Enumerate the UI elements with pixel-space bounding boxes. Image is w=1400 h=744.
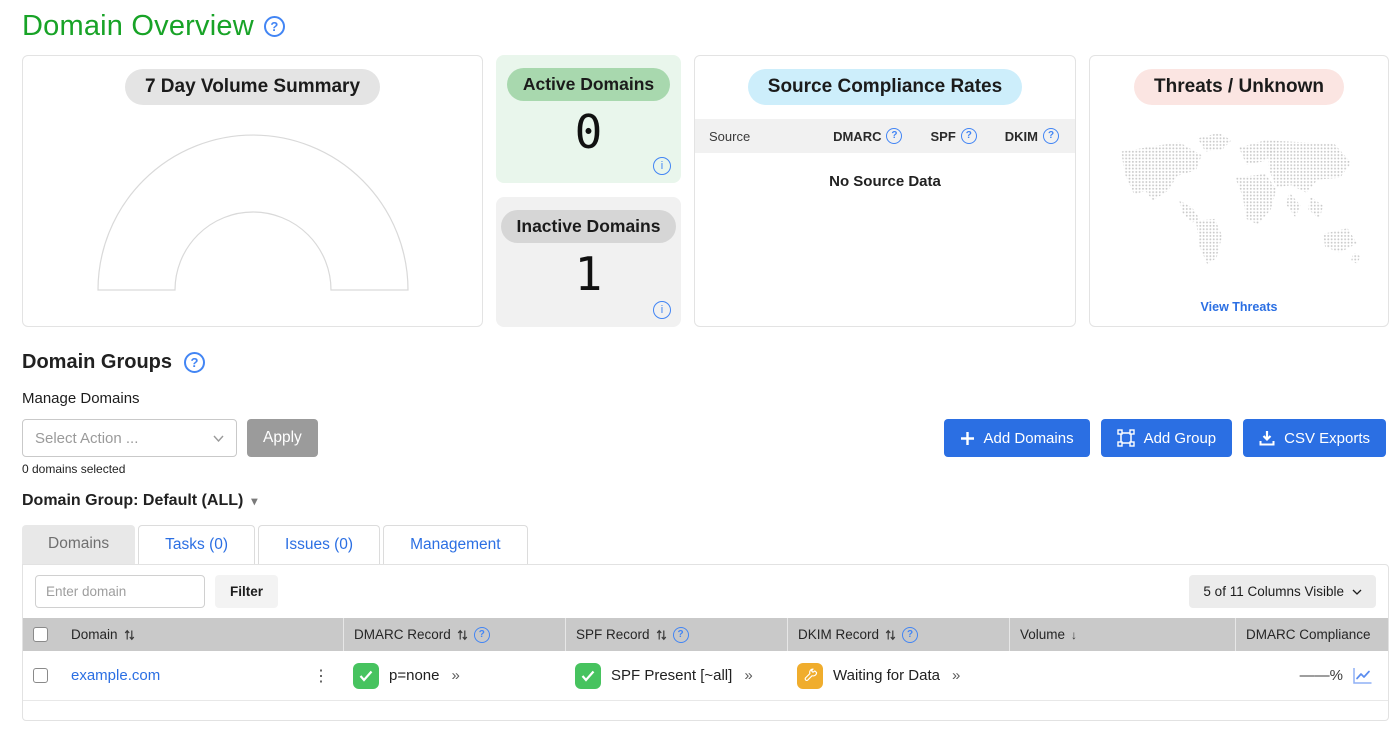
col-dmarc-record[interactable]: DMARC Record [354, 627, 451, 642]
sort-icon[interactable] [656, 629, 667, 641]
add-domains-button[interactable]: Add Domains [944, 419, 1090, 457]
inactive-domains-card: Inactive Domains 1 i [496, 197, 681, 327]
apply-button[interactable]: Apply [247, 419, 318, 457]
volume-summary-title: 7 Day Volume Summary [125, 69, 380, 105]
manage-domains-label: Manage Domains [22, 390, 1389, 407]
action-select-value: Select Action ... [35, 430, 138, 447]
help-icon[interactable]: ? [474, 627, 490, 643]
empty-table-area [23, 701, 1388, 720]
source-compliance-header: Source DMARC? SPF? DKIM? [695, 119, 1075, 153]
compliance-value: ——% [1300, 667, 1343, 684]
columns-visible-label: 5 of 11 Columns Visible [1203, 584, 1344, 599]
help-icon[interactable]: ? [961, 128, 977, 144]
view-threats-link[interactable]: View Threats [1090, 300, 1388, 314]
spf-status[interactable]: SPF Present [~all] » [575, 663, 753, 689]
col-volume[interactable]: Volume [1020, 627, 1065, 642]
double-chevron-icon: » [451, 667, 459, 684]
col-spf-record[interactable]: SPF Record [576, 627, 650, 642]
help-icon[interactable]: ? [673, 627, 689, 643]
source-column-label: Source [709, 129, 805, 144]
help-icon[interactable]: ? [264, 16, 285, 37]
group-icon [1117, 429, 1135, 447]
help-icon[interactable]: ? [184, 352, 205, 373]
add-domains-label: Add Domains [984, 430, 1074, 447]
kebab-menu-icon[interactable]: ⋮ [309, 666, 333, 686]
gauge-arc-icon [87, 129, 419, 301]
world-map-icon [1108, 119, 1370, 287]
domain-group-selector-label: Domain Group: Default (ALL) [22, 492, 243, 510]
check-icon [353, 663, 379, 689]
dkim-column-label: DKIM [1005, 129, 1038, 144]
source-compliance-title: Source Compliance Rates [748, 69, 1022, 105]
tab-tasks[interactable]: Tasks (0) [138, 525, 255, 564]
chevron-down-icon [213, 435, 224, 442]
sort-desc-icon: ↓ [1071, 628, 1077, 642]
add-group-button[interactable]: Add Group [1101, 419, 1233, 457]
dkim-status-label: Waiting for Data [833, 667, 940, 684]
tab-management[interactable]: Management [383, 525, 527, 564]
wrench-icon [797, 663, 823, 689]
dkim-status[interactable]: Waiting for Data » [797, 663, 960, 689]
page-title-row: Domain Overview ? [22, 10, 1389, 43]
info-icon[interactable]: i [653, 301, 671, 319]
double-chevron-icon: » [744, 667, 752, 684]
help-icon[interactable]: ? [1043, 128, 1059, 144]
spf-status-label: SPF Present [~all] [611, 667, 732, 684]
col-dmarc-compliance: DMARC Compliance [1246, 627, 1371, 642]
table-header: Domain DMARC Record ? SPF Record ? DKIM … [23, 618, 1388, 651]
plus-icon [960, 431, 975, 446]
sort-icon[interactable] [124, 629, 135, 641]
col-dkim-record[interactable]: DKIM Record [798, 627, 879, 642]
active-domains-title: Active Domains [507, 68, 670, 101]
domain-group-selector[interactable]: Domain Group: Default (ALL) ▾ [22, 492, 1389, 510]
volume-summary-card: 7 Day Volume Summary [22, 55, 483, 327]
inactive-domains-title: Inactive Domains [501, 210, 677, 243]
domain-overview-page: Domain Overview ? 7 Day Volume Summary A… [0, 0, 1400, 721]
chevron-down-icon [1352, 589, 1362, 595]
dmarc-status-label: p=none [389, 667, 439, 684]
add-group-label: Add Group [1144, 430, 1217, 447]
tab-issues[interactable]: Issues (0) [258, 525, 380, 564]
caret-down-icon: ▾ [251, 494, 257, 508]
active-domains-count: 0 [496, 109, 681, 155]
volume-gauge [23, 129, 482, 301]
page-title: Domain Overview [22, 10, 254, 43]
domain-groups-heading: Domain Groups [22, 351, 172, 374]
source-compliance-card: Source Compliance Rates Source DMARC? SP… [694, 55, 1076, 327]
csv-exports-label: CSV Exports [1284, 430, 1370, 447]
inactive-domains-count: 1 [496, 251, 681, 297]
threats-card: Threats / Unknown [1089, 55, 1389, 327]
domain-link[interactable]: example.com [71, 667, 160, 684]
threats-title: Threats / Unknown [1134, 69, 1344, 105]
domain-filter-input[interactable] [35, 575, 205, 608]
no-source-data-text: No Source Data [695, 173, 1075, 190]
col-domain[interactable]: Domain [71, 627, 118, 642]
download-icon [1259, 430, 1275, 446]
csv-exports-button[interactable]: CSV Exports [1243, 419, 1386, 457]
sort-icon[interactable] [885, 629, 896, 641]
sort-icon[interactable] [457, 629, 468, 641]
filter-button[interactable]: Filter [215, 575, 278, 608]
spf-column-label: SPF [930, 129, 955, 144]
tab-domains[interactable]: Domains [22, 525, 135, 564]
active-domains-card: Active Domains 0 i [496, 55, 681, 183]
help-icon[interactable]: ? [902, 627, 918, 643]
select-all-checkbox[interactable] [33, 627, 48, 642]
help-icon[interactable]: ? [886, 128, 902, 144]
action-select[interactable]: Select Action ... [22, 419, 237, 457]
summary-cards-row: 7 Day Volume Summary Active Domains 0 i … [22, 55, 1389, 327]
chart-icon[interactable] [1351, 666, 1374, 686]
columns-visible-button[interactable]: 5 of 11 Columns Visible [1189, 575, 1376, 608]
dmarc-status[interactable]: p=none » [353, 663, 460, 689]
domain-tabs: Domains Tasks (0) Issues (0) Management [22, 525, 1389, 564]
row-checkbox[interactable] [33, 668, 48, 683]
info-icon[interactable]: i [653, 157, 671, 175]
dmarc-column-label: DMARC [833, 129, 881, 144]
domain-stats-column: Active Domains 0 i Inactive Domains 1 i [496, 55, 681, 327]
check-icon [575, 663, 601, 689]
double-chevron-icon: » [952, 667, 960, 684]
domains-panel: Filter 5 of 11 Columns Visible Domain DM… [22, 564, 1389, 721]
table-row: example.com ⋮ p=none » SPF Present [~ [23, 651, 1388, 701]
domains-selected-caption: 0 domains selected [22, 462, 318, 476]
